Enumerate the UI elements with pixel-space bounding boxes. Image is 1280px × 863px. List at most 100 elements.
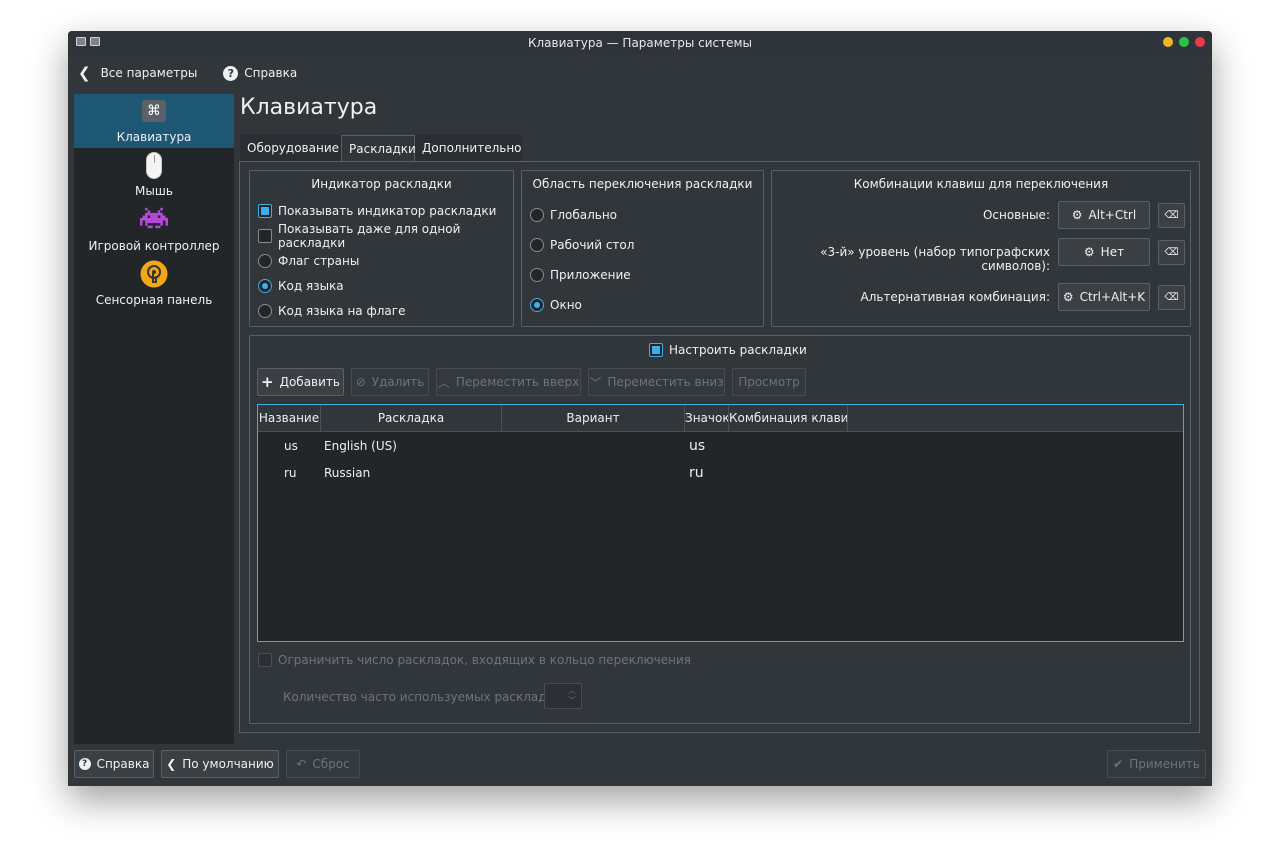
group-title: Индикатор раскладки	[311, 177, 452, 191]
code-on-flag-radio[interactable]: Код языка на флаге	[258, 303, 405, 319]
radio-circle[interactable]	[530, 208, 544, 222]
sidebar-item-mouse[interactable]: Мышь	[74, 150, 234, 200]
checkbox-box[interactable]	[258, 229, 272, 243]
defaults-button[interactable]: ❮ По умолчанию	[161, 750, 279, 778]
layout-count-spinbox[interactable]: ︿ ﹀	[544, 683, 582, 709]
help-icon: ?	[78, 758, 91, 770]
alt-shortcut-label: Альтернативная комбинация:	[860, 290, 1050, 304]
clear-icon: ⌫	[1164, 292, 1179, 303]
tab-hardware[interactable]: Оборудование	[240, 135, 341, 161]
cell-icon: ru	[689, 465, 704, 481]
sidebar-item-game-controller[interactable]: Игровой контроллер	[74, 205, 234, 257]
footer-help-button[interactable]: ? Справка	[74, 750, 154, 778]
radio-circle[interactable]	[530, 298, 544, 312]
tab-advanced[interactable]: Дополнительно	[415, 135, 522, 161]
layout-count-label: Количество часто используемых раскладок:	[283, 690, 566, 704]
radio-circle[interactable]	[530, 238, 544, 252]
desktop-radio[interactable]: Рабочий стол	[530, 237, 634, 253]
checkbox-label: Ограничить число раскладок, входящих в к…	[278, 653, 691, 667]
flag-radio[interactable]: Флаг страны	[258, 253, 359, 269]
plus-icon: +	[261, 373, 274, 391]
button-label: Просмотр	[738, 375, 800, 389]
checkbox-box[interactable]	[258, 653, 272, 667]
radio-circle[interactable]	[258, 304, 272, 318]
shortcut-value: Ctrl+Alt+K	[1079, 290, 1146, 304]
shortcut-value: Alt+Ctrl	[1088, 208, 1137, 222]
touchpad-icon	[140, 260, 168, 288]
gear-icon: ⚙	[1071, 208, 1083, 222]
button-label: Применить	[1129, 757, 1200, 771]
button-label: Справка	[96, 757, 150, 771]
clear-main-shortcut-button[interactable]: ⌫	[1158, 203, 1185, 228]
lang-code-radio[interactable]: Код языка	[258, 278, 344, 294]
radio-label: Приложение	[550, 268, 631, 282]
limit-layouts-checkbox[interactable]: Ограничить число раскладок, входящих в к…	[258, 652, 691, 668]
alt-shortcut-button[interactable]: ⚙ Ctrl+Alt+K	[1058, 283, 1150, 311]
checkbox-box[interactable]	[258, 204, 272, 218]
clear-icon: ⌫	[1164, 210, 1179, 221]
radio-circle[interactable]	[530, 268, 544, 282]
top-nav: ❮ Все параметры ? Справка	[78, 63, 297, 83]
move-up-button[interactable]: ︿ Переместить вверх	[436, 368, 581, 396]
sidebar-item-keyboard[interactable]: ⌘ Клавиатура	[74, 94, 234, 148]
radio-label: Окно	[550, 298, 582, 312]
button-label: Сброс	[312, 757, 350, 771]
clear-icon: ⌫	[1164, 247, 1179, 258]
cell-name: ru	[284, 466, 297, 480]
configure-layouts-checkbox[interactable]: Настроить раскладки	[649, 342, 807, 358]
clear-level3-shortcut-button[interactable]: ⌫	[1158, 240, 1185, 265]
tab-layouts[interactable]: Раскладки	[341, 135, 416, 162]
close-button[interactable]	[1195, 37, 1205, 47]
button-label: Удалить	[371, 375, 425, 389]
chevron-left-icon: ❮	[166, 757, 177, 771]
show-indicator-checkbox[interactable]: Показывать индикатор раскладки	[258, 203, 496, 219]
level3-shortcut-button[interactable]: ⚙ Нет	[1058, 238, 1150, 266]
group-title: Комбинации клавиш для переключения	[853, 177, 1109, 191]
help-link[interactable]: Справка	[244, 66, 297, 80]
window-radio[interactable]: Окно	[530, 297, 582, 313]
gear-icon: ⚙	[1062, 290, 1074, 304]
maximize-button[interactable]	[1179, 37, 1189, 47]
spin-down-icon[interactable]: ﹀	[568, 695, 576, 706]
checkbox-label: Настроить раскладки	[669, 343, 807, 357]
layouts-table[interactable]: Название Раскладка Вариант Значок Комбин…	[257, 404, 1184, 642]
remove-layout-button[interactable]: ⊘ Удалить	[351, 368, 429, 396]
help-icon[interactable]: ?	[223, 65, 239, 81]
column-header-shortcut[interactable]: Комбинация клавиш	[729, 405, 848, 432]
clear-alt-shortcut-button[interactable]: ⌫	[1158, 285, 1185, 310]
layouts-group: Настроить раскладки + Добавить ⊘ Удалить ︿…	[249, 335, 1191, 724]
page-title: Клавиатура	[240, 95, 378, 120]
column-header-layout[interactable]: Раскладка	[321, 405, 502, 432]
radio-circle[interactable]	[258, 279, 272, 293]
remove-icon: ⊘	[355, 375, 366, 389]
global-radio[interactable]: Глобально	[530, 207, 617, 223]
button-label: Переместить вниз	[607, 375, 724, 389]
reset-button[interactable]: ↶ Сброс	[286, 750, 360, 778]
sidebar-item-touchpad[interactable]: Сенсорная панель	[74, 260, 234, 312]
column-header-icon[interactable]: Значок	[685, 405, 729, 432]
all-settings-link[interactable]: Все параметры	[101, 66, 198, 80]
application-radio[interactable]: Приложение	[530, 267, 631, 283]
main-shortcut-button[interactable]: ⚙ Alt+Ctrl	[1058, 201, 1150, 229]
sidebar-item-label: Сенсорная панель	[95, 293, 213, 307]
gear-icon: ⚙	[1083, 245, 1095, 259]
radio-circle[interactable]	[258, 254, 272, 268]
apply-button[interactable]: ✔ Применить	[1107, 750, 1206, 778]
minimize-button[interactable]	[1163, 37, 1173, 47]
show-single-checkbox[interactable]: Показывать даже для одной раскладки	[258, 222, 513, 250]
preview-button[interactable]: Просмотр	[732, 368, 806, 396]
switch-area-group: Область переключения раскладки Глобально…	[521, 170, 764, 327]
layouts-tab-pane: Индикатор раскладки Показывать индикатор…	[239, 161, 1200, 733]
column-header-variant[interactable]: Вариант	[502, 405, 685, 432]
column-header-name[interactable]: Название	[258, 405, 321, 432]
sidebar: ⌘ Клавиатура Мышь Игровой контроллер Сен…	[74, 94, 234, 744]
sidebar-item-label: Игровой контроллер	[88, 239, 220, 253]
shortcuts-group: Комбинации клавиш для переключения Основ…	[771, 170, 1191, 327]
move-down-button[interactable]: ﹀ Переместить вниз	[588, 368, 725, 396]
radio-label: Глобально	[550, 208, 618, 222]
main-shortcut-label: Основные:	[982, 208, 1050, 222]
sidebar-item-label: Мышь	[135, 184, 173, 198]
chevron-left-icon[interactable]: ❮	[78, 64, 91, 82]
add-layout-button[interactable]: + Добавить	[257, 368, 344, 396]
checkbox-box[interactable]	[649, 343, 663, 357]
